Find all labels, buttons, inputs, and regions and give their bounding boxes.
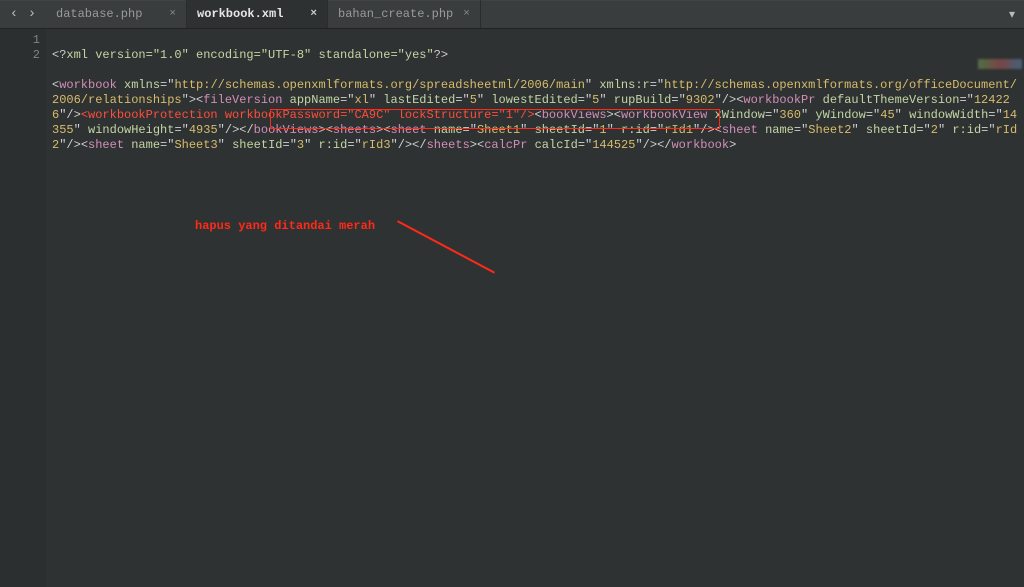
close-icon[interactable]: × (463, 8, 470, 20)
tab-nav-next[interactable]: › (24, 6, 40, 22)
tab-bar: ‹ › database.php × workbook.xml × bahan_… (0, 0, 1024, 29)
tab-nav: ‹ › (0, 0, 46, 28)
tab-label: workbook.xml (197, 7, 300, 21)
line-gutter: 1 2 (0, 29, 46, 587)
tab-nav-prev[interactable]: ‹ (6, 6, 22, 22)
close-icon[interactable]: × (169, 8, 176, 20)
tab-bahan-create[interactable]: bahan_create.php × (328, 0, 481, 28)
code-line: <workbook xmlns="http://schemas.openxmlf… (52, 78, 1024, 153)
tab-overflow-button[interactable]: ▾ (1000, 0, 1024, 28)
code-area[interactable]: <?xml version="1.0" encoding="UTF-8" sta… (46, 29, 1024, 587)
tab-database[interactable]: database.php × (46, 0, 187, 28)
line-number: 2 (0, 48, 40, 63)
tab-workbook[interactable]: workbook.xml × (187, 0, 328, 28)
tab-label: database.php (56, 7, 159, 21)
editor[interactable]: 1 2 <?xml version="1.0" encoding="UTF-8"… (0, 29, 1024, 587)
code-line: <?xml version="1.0" encoding="UTF-8" sta… (52, 48, 1024, 63)
line-number: 1 (0, 33, 40, 48)
close-icon[interactable]: × (310, 8, 317, 20)
tab-label: bahan_create.php (338, 7, 453, 21)
